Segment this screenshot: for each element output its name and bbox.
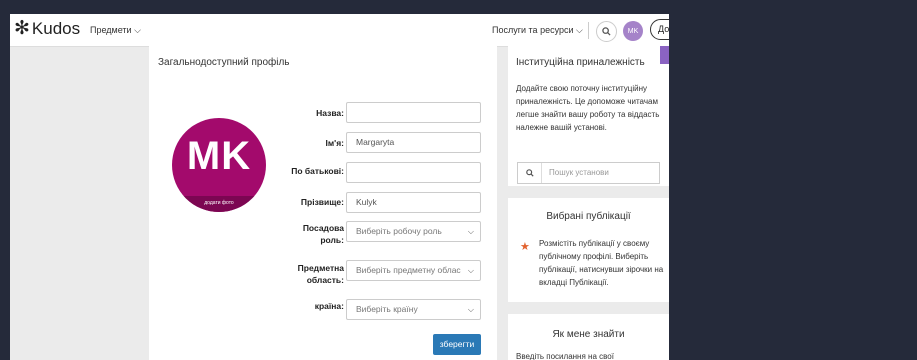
find-me-title: Як мене знайти: [552, 329, 625, 340]
public-profile-card: Загальнодоступний профіль MK додати фото…: [149, 46, 497, 360]
affiliation-description: Додайте свою поточну інституційну принал…: [516, 84, 660, 132]
services-menu[interactable]: Послуги та ресурси ⌵: [492, 25, 583, 36]
add-button[interactable]: Додати: [650, 19, 669, 40]
chevron-down-icon: ⌵: [467, 266, 474, 275]
chevron-down-icon: ⌵: [134, 25, 141, 35]
role-select[interactable]: Виберіть робочу роль ⌵: [346, 221, 481, 242]
search-button[interactable]: [596, 21, 617, 42]
subjects-menu-label: Предмети: [90, 25, 132, 35]
subjects-menu[interactable]: Предмети ⌵: [90, 25, 141, 36]
kudos-asterisk-icon: ✻: [14, 18, 30, 39]
services-menu-label: Послуги та ресурси: [492, 25, 574, 35]
find-me-description: Введіть посилання на свої: [516, 352, 614, 360]
user-avatar[interactable]: MK: [623, 21, 643, 41]
feedback-tab[interactable]: [660, 46, 669, 64]
search-icon: [602, 27, 611, 36]
star-icon: ★: [520, 241, 530, 253]
role-label: Посадова роль:: [302, 223, 344, 245]
chevron-down-icon: ⌵: [467, 305, 474, 314]
affiliation-card: Інституційна приналежність Додайте свою …: [508, 46, 669, 186]
save-button[interactable]: зберегти: [433, 334, 481, 355]
title-label: Назва:: [316, 108, 344, 118]
add-photo-link[interactable]: додати фото: [172, 196, 266, 212]
institution-search-placeholder: Пошук установи: [549, 168, 609, 177]
title-input[interactable]: [346, 102, 481, 123]
featured-title: Вибрані публікації: [546, 211, 631, 222]
country-label: країна:: [314, 301, 344, 311]
role-select-value: Виберіть робочу роль: [356, 226, 442, 236]
last-name-input[interactable]: Kulyk: [346, 192, 481, 213]
last-name-label: Прізвище:: [300, 197, 344, 207]
kudos-logo[interactable]: ✻ Kudos: [14, 18, 81, 39]
featured-publications-card: Вибрані публікації ★ Розмістіть публікац…: [508, 198, 669, 302]
institution-search-field[interactable]: Пошук установи: [517, 162, 660, 184]
affiliation-title: Інституційна приналежність: [516, 57, 645, 68]
search-icon: [518, 163, 542, 183]
chevron-down-icon: ⌵: [467, 227, 474, 236]
first-name-label: Ім'я:: [325, 138, 344, 148]
subject-area-label: Предметна область:: [297, 263, 344, 285]
logo-text: Kudos: [31, 19, 81, 38]
chevron-down-icon: ⌵: [576, 25, 583, 35]
subject-area-select[interactable]: Виберіть предметну облас ⌵: [346, 260, 481, 281]
nav-divider: [588, 22, 589, 39]
profile-avatar[interactable]: MK додати фото: [172, 118, 266, 212]
subject-area-select-value: Виберіть предметну облас: [356, 265, 461, 275]
country-select[interactable]: Виберіть країну ⌵: [346, 299, 481, 320]
avatar-initials: MK: [186, 134, 252, 178]
middle-name-label: По батькові:: [291, 166, 344, 176]
country-select-value: Виберіть країну: [356, 304, 418, 314]
browser-viewport: ✻ Kudos Предмети ⌵ Послуги та ресурси ⌵ …: [10, 14, 669, 360]
featured-description: Розмістіть публікації у своєму публічном…: [539, 239, 664, 287]
find-me-card: Як мене знайти Введіть посилання на свої: [508, 314, 669, 360]
middle-name-input[interactable]: [346, 162, 481, 183]
top-navbar: ✻ Kudos Предмети ⌵ Послуги та ресурси ⌵ …: [10, 14, 669, 47]
page-title: Загальнодоступний профіль: [158, 57, 290, 68]
first-name-input[interactable]: Margaryta: [346, 132, 481, 153]
